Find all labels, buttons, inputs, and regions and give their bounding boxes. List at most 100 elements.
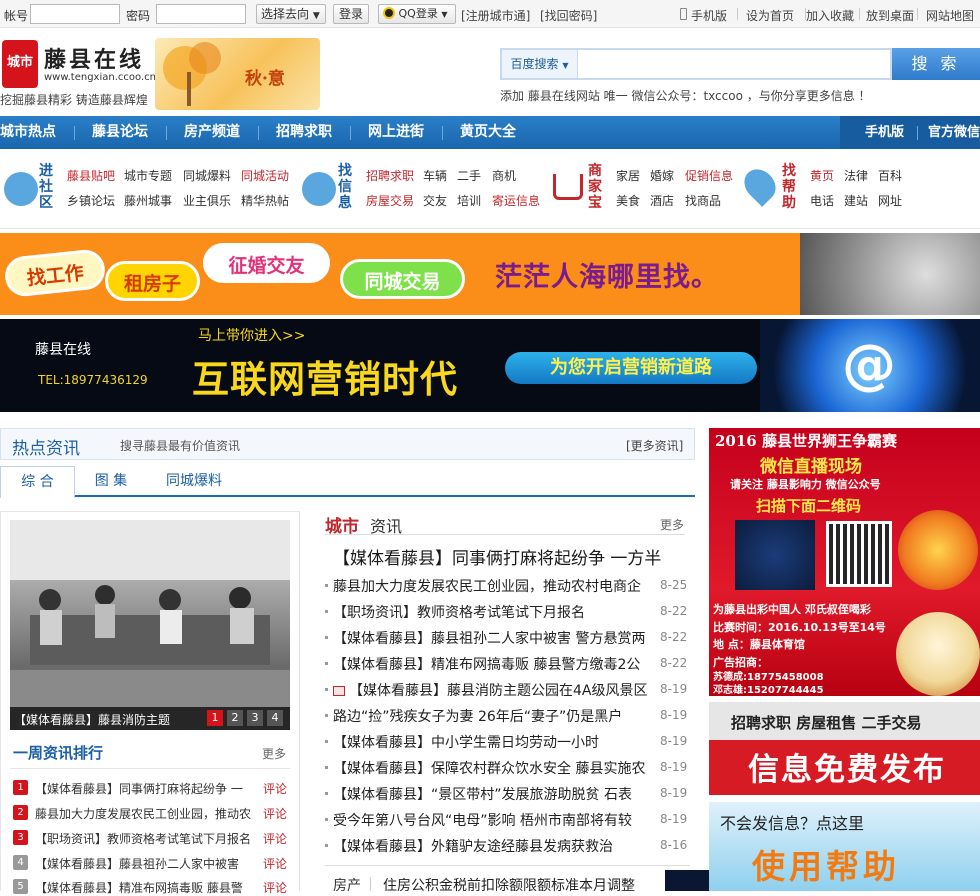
- rank-badge: 3: [13, 830, 28, 845]
- slide-page[interactable]: 2: [227, 710, 243, 726]
- channel-link[interactable]: 藤州城事: [124, 192, 172, 209]
- channel-community-head: 进社区: [39, 163, 53, 211]
- channel-link[interactable]: 商机: [492, 167, 516, 184]
- channel-link[interactable]: 城市专题: [124, 167, 172, 184]
- nav-wechat[interactable]: 官方微信: [928, 116, 980, 149]
- channel-link[interactable]: 百科: [878, 167, 902, 184]
- channel-link[interactable]: 房屋交易: [366, 192, 414, 209]
- channel-link[interactable]: 藤县贴吧: [67, 167, 115, 184]
- slide-page[interactable]: 4: [267, 710, 283, 726]
- password-input[interactable]: [156, 4, 246, 24]
- nav-shopping[interactable]: 网上进街: [368, 116, 424, 149]
- tab-general[interactable]: 综 合: [0, 466, 75, 498]
- news-item[interactable]: 【职场资讯】教师资格考试笔试下月报名: [333, 602, 651, 622]
- channel-link[interactable]: 找商品: [685, 192, 721, 209]
- channel-link[interactable]: 招聘求职: [366, 167, 414, 184]
- comment-link[interactable]: 评论: [263, 830, 287, 847]
- register-link[interactable]: [注册城市通]: [461, 7, 530, 24]
- nav-forum[interactable]: 藤县论坛: [92, 116, 148, 149]
- set-homepage-link[interactable]: 设为首页: [746, 7, 794, 24]
- nav-realestate[interactable]: 房产频道: [184, 116, 240, 149]
- channel-link[interactable]: 家居: [616, 167, 640, 184]
- channel-link[interactable]: 业主俱乐: [183, 192, 231, 209]
- nav-city-hot[interactable]: 城市热点: [0, 116, 56, 149]
- channel-link[interactable]: 交友: [423, 192, 447, 209]
- news-item[interactable]: 路边“捡”残疾女子为妻 26年后“妻子”仍是黑户: [333, 706, 651, 726]
- classifieds-banner[interactable]: 找工作 租房子 征婚交友 同城交易 茫茫人海哪里找。: [0, 233, 980, 315]
- news-item[interactable]: 【媒体看藤县】中小学生需日均劳动一小时: [333, 732, 651, 752]
- channel-link[interactable]: 培训: [457, 192, 481, 209]
- ranking-item[interactable]: 藤县加大力度发展农民工创业园，推动农: [35, 805, 255, 822]
- site-url: www.tengxian.ccoo.cn: [44, 72, 156, 83]
- slideshow-caption[interactable]: 【媒体看藤县】藤县消防主题: [14, 711, 170, 728]
- weekly-more-link[interactable]: 更多: [262, 745, 286, 762]
- nav-mobile[interactable]: 手机版: [865, 116, 904, 149]
- channel-link[interactable]: 网址: [878, 192, 902, 209]
- search-button[interactable]: 搜 索: [892, 48, 980, 80]
- channel-link[interactable]: 酒店: [650, 192, 674, 209]
- slide-page[interactable]: 1: [207, 710, 223, 726]
- tab-gallery[interactable]: 图 集: [75, 466, 147, 497]
- news-category-label[interactable]: 房产: [333, 875, 361, 895]
- channel-link[interactable]: 黄页: [810, 167, 834, 184]
- channel-link[interactable]: 婚嫁: [650, 167, 674, 184]
- tab-local-scoop[interactable]: 同城爆料: [150, 466, 238, 497]
- news-item[interactable]: 【媒体看藤县】“景区带村”发展旅游助脱贫 石表: [333, 784, 651, 804]
- channel-link[interactable]: 二手: [457, 167, 481, 184]
- news-item[interactable]: 藤县加大力度发展农民工创业园，推动农村电商企: [333, 576, 651, 596]
- channel-link[interactable]: 法律: [844, 167, 868, 184]
- channel-link[interactable]: 同城爆料: [183, 167, 231, 184]
- ranking-item[interactable]: 【媒体看藤县】藤县祖孙二人家中被害: [35, 855, 255, 872]
- nav-yellowpages[interactable]: 黄页大全: [460, 116, 516, 149]
- search-category-select[interactable]: 百度搜索 ▼: [502, 50, 578, 78]
- news-title: 【职场资讯】教师资格考试笔试下月报名: [333, 605, 585, 621]
- channel-link[interactable]: 电话: [810, 192, 834, 209]
- search-input[interactable]: [580, 50, 890, 78]
- ranking-item[interactable]: 【职场资讯】教师资格考试笔试下月报名: [35, 830, 255, 847]
- comment-link[interactable]: 评论: [263, 805, 287, 822]
- channel-link[interactable]: 车辆: [423, 167, 447, 184]
- mobile-link[interactable]: 手机版: [691, 7, 727, 24]
- bullet-icon: [325, 818, 328, 821]
- news-title: 受今年第八号台风“电母”影响 梧州市南部将有较: [333, 813, 632, 829]
- account-input[interactable]: [30, 4, 120, 24]
- city-headline[interactable]: 【媒体看藤县】同事俩打麻将起纷争 一方半: [333, 544, 688, 569]
- channel-link[interactable]: 寄运信息: [492, 192, 540, 209]
- comment-link[interactable]: 评论: [263, 855, 287, 872]
- channel-link[interactable]: 美食: [616, 192, 640, 209]
- channel-link[interactable]: 促销信息: [685, 167, 733, 184]
- qq-login-button[interactable]: QQ登录 ▼: [378, 4, 456, 24]
- city-news-more-link[interactable]: 更多: [660, 516, 684, 533]
- channel-shop-head: 商家宝: [588, 163, 602, 211]
- nav-jobs[interactable]: 招聘求职: [276, 116, 332, 149]
- news-item[interactable]: 住房公积金税前扣除额限额标准本月调整: [383, 875, 635, 895]
- banner-headline: 互联网营销时代: [192, 358, 458, 401]
- news-item[interactable]: 【媒体看藤县】保障农村群众饮水安全 藤县实施农: [333, 758, 651, 778]
- news-item[interactable]: 【媒体看藤县】外籍驴友途经藤县发病获救治: [333, 836, 651, 856]
- comment-link[interactable]: 评论: [263, 780, 287, 797]
- channel-link[interactable]: 乡镇论坛: [67, 192, 115, 209]
- news-date: 8-16: [660, 838, 688, 852]
- desktop-link[interactable]: 放到桌面: [866, 7, 914, 24]
- sitemap-link[interactable]: 网站地图: [926, 7, 974, 24]
- news-item[interactable]: 【媒体看藤县】藤县消防主题公园在4A级风景区: [333, 680, 651, 700]
- slide-page[interactable]: 3: [247, 710, 263, 726]
- forgot-password-link[interactable]: [找回密码]: [540, 7, 597, 24]
- more-news-link[interactable]: [更多资讯]: [626, 437, 683, 454]
- site-logo[interactable]: 城市: [2, 40, 38, 88]
- goto-select[interactable]: 选择去向 ▼: [256, 4, 326, 24]
- ranking-item[interactable]: 【媒体看藤县】同事俩打麻将起纷争 一: [35, 780, 255, 797]
- add-favorite-link[interactable]: 加入收藏: [806, 7, 854, 24]
- channel-link[interactable]: 精华热帖: [241, 192, 289, 209]
- ranking-item[interactable]: 【媒体看藤县】精准布网搞毒贩 藤县警: [35, 879, 255, 896]
- slideshow-photo[interactable]: [10, 520, 290, 730]
- login-button[interactable]: 登录: [333, 4, 369, 24]
- channel-link[interactable]: 建站: [844, 192, 868, 209]
- news-item[interactable]: 受今年第八号台风“电母”影响 梧州市南部将有较: [333, 810, 651, 830]
- news-item[interactable]: 【媒体看藤县】精准布网搞毒贩 藤县警方缴毒2公: [333, 654, 651, 674]
- marketing-banner[interactable]: @ 藤县在线 TEL:18977436129 马上带你进入>> 互联网营销时代 …: [0, 319, 980, 412]
- comment-link[interactable]: 评论: [263, 879, 287, 896]
- channel-link[interactable]: 同城活动: [241, 167, 289, 184]
- banner-pill: 同城交易: [340, 259, 465, 299]
- news-item[interactable]: 【媒体看藤县】藤县祖孙二人家中被害 警方悬赏两: [333, 628, 651, 648]
